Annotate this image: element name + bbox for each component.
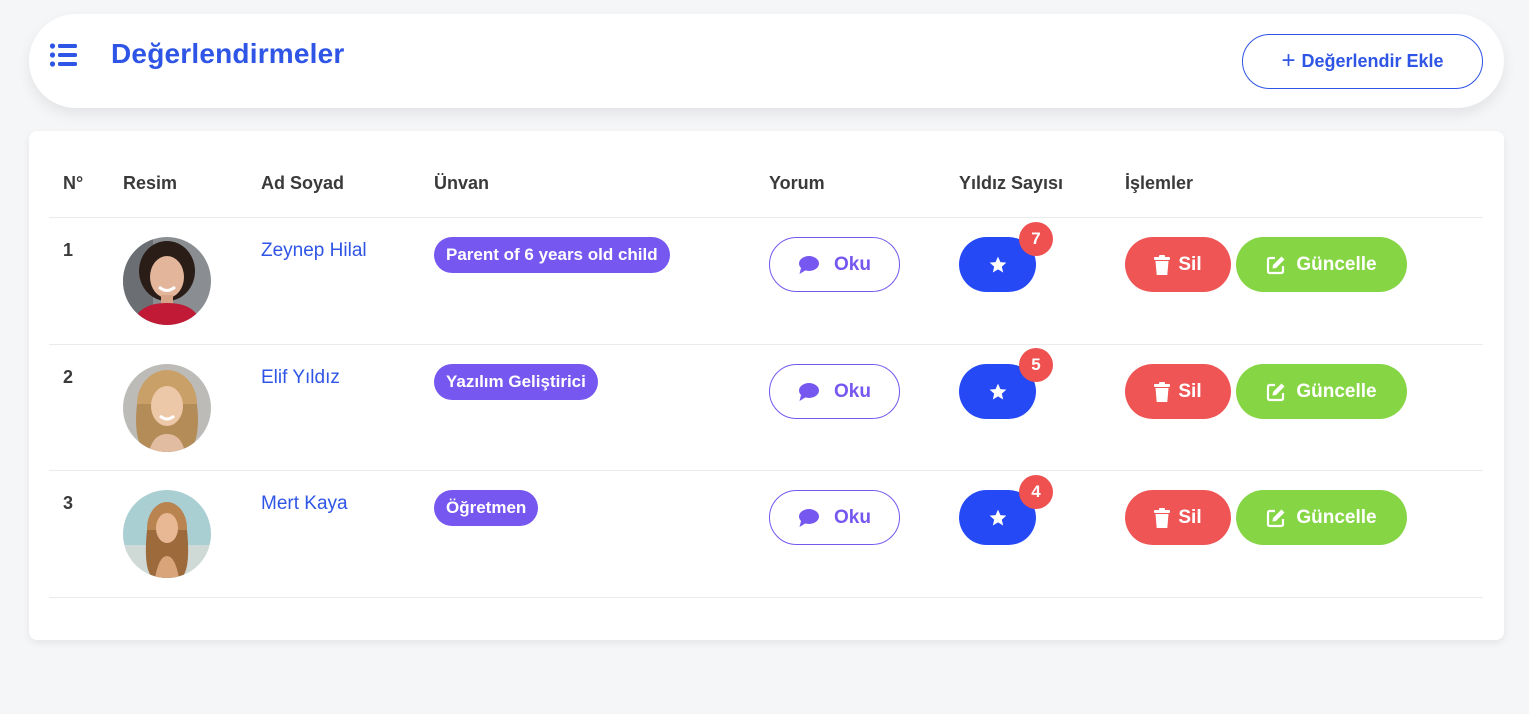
avatar bbox=[123, 490, 211, 578]
update-label: Güncelle bbox=[1296, 253, 1377, 275]
row-divider bbox=[49, 470, 1483, 471]
avatar bbox=[123, 237, 211, 325]
star-icon bbox=[989, 383, 1006, 399]
row-divider bbox=[49, 597, 1483, 598]
comment-icon bbox=[799, 508, 820, 527]
col-header-num: N° bbox=[63, 173, 84, 193]
edit-icon bbox=[1267, 383, 1285, 401]
row-divider bbox=[49, 344, 1483, 345]
update-button[interactable]: Güncelle bbox=[1236, 364, 1407, 419]
list-icon[interactable] bbox=[49, 40, 79, 70]
read-comment-button[interactable]: Oku bbox=[769, 364, 900, 419]
delete-button[interactable]: Sil bbox=[1125, 490, 1231, 545]
row-divider bbox=[49, 217, 1483, 218]
update-label: Güncelle bbox=[1296, 380, 1377, 402]
read-comment-button[interactable]: Oku bbox=[769, 490, 900, 545]
star-count-badge: 5 bbox=[1019, 348, 1053, 382]
row-number: 2 bbox=[63, 367, 74, 387]
reviewer-name-link[interactable]: Zeynep Hilal bbox=[261, 240, 367, 262]
page-title: Değerlendirmeler bbox=[111, 38, 345, 69]
read-comment-button[interactable]: Oku bbox=[769, 237, 900, 292]
delete-button[interactable]: Sil bbox=[1125, 237, 1231, 292]
delete-button[interactable]: Sil bbox=[1125, 364, 1231, 419]
delete-label: Sil bbox=[1178, 380, 1202, 402]
avatar bbox=[123, 364, 211, 452]
update-button[interactable]: Güncelle bbox=[1236, 490, 1407, 545]
delete-label: Sil bbox=[1178, 253, 1202, 275]
col-header-title: Ünvan bbox=[434, 173, 490, 193]
reviewer-name-link[interactable]: Mert Kaya bbox=[261, 493, 348, 515]
comment-icon bbox=[799, 382, 820, 401]
trash-icon bbox=[1154, 507, 1171, 528]
star-count-badge: 4 bbox=[1019, 475, 1053, 509]
col-header-name: Ad Soyad bbox=[261, 173, 345, 193]
col-header-comment: Yorum bbox=[769, 173, 825, 193]
star-icon bbox=[989, 509, 1006, 525]
plus-icon: + bbox=[1281, 46, 1296, 74]
trash-icon bbox=[1154, 381, 1171, 402]
star-count-badge: 7 bbox=[1019, 222, 1053, 256]
add-review-button[interactable]: + Değerlendir Ekle bbox=[1242, 34, 1483, 89]
read-label: Oku bbox=[834, 506, 871, 528]
edit-icon bbox=[1267, 256, 1285, 274]
title-badge: Parent of 6 years old child bbox=[434, 237, 670, 273]
col-header-actions: İşlemler bbox=[1125, 173, 1194, 193]
update-label: Güncelle bbox=[1296, 506, 1377, 528]
delete-label: Sil bbox=[1178, 506, 1202, 528]
title-badge: Öğretmen bbox=[434, 490, 539, 526]
add-review-label: Değerlendir Ekle bbox=[1301, 51, 1444, 71]
row-number: 3 bbox=[63, 493, 74, 513]
edit-icon bbox=[1267, 509, 1285, 527]
comment-icon bbox=[799, 255, 820, 274]
col-header-stars: Yıldız Sayısı bbox=[959, 173, 1064, 193]
row-number: 1 bbox=[63, 240, 74, 260]
update-button[interactable]: Güncelle bbox=[1236, 237, 1407, 292]
star-icon bbox=[989, 256, 1006, 272]
read-label: Oku bbox=[834, 253, 871, 275]
col-header-image: Resim bbox=[123, 173, 178, 193]
trash-icon bbox=[1154, 254, 1171, 275]
reviewer-name-link[interactable]: Elif Yıldız bbox=[261, 367, 340, 389]
read-label: Oku bbox=[834, 380, 871, 402]
title-badge: Yazılım Geliştirici bbox=[434, 364, 598, 400]
